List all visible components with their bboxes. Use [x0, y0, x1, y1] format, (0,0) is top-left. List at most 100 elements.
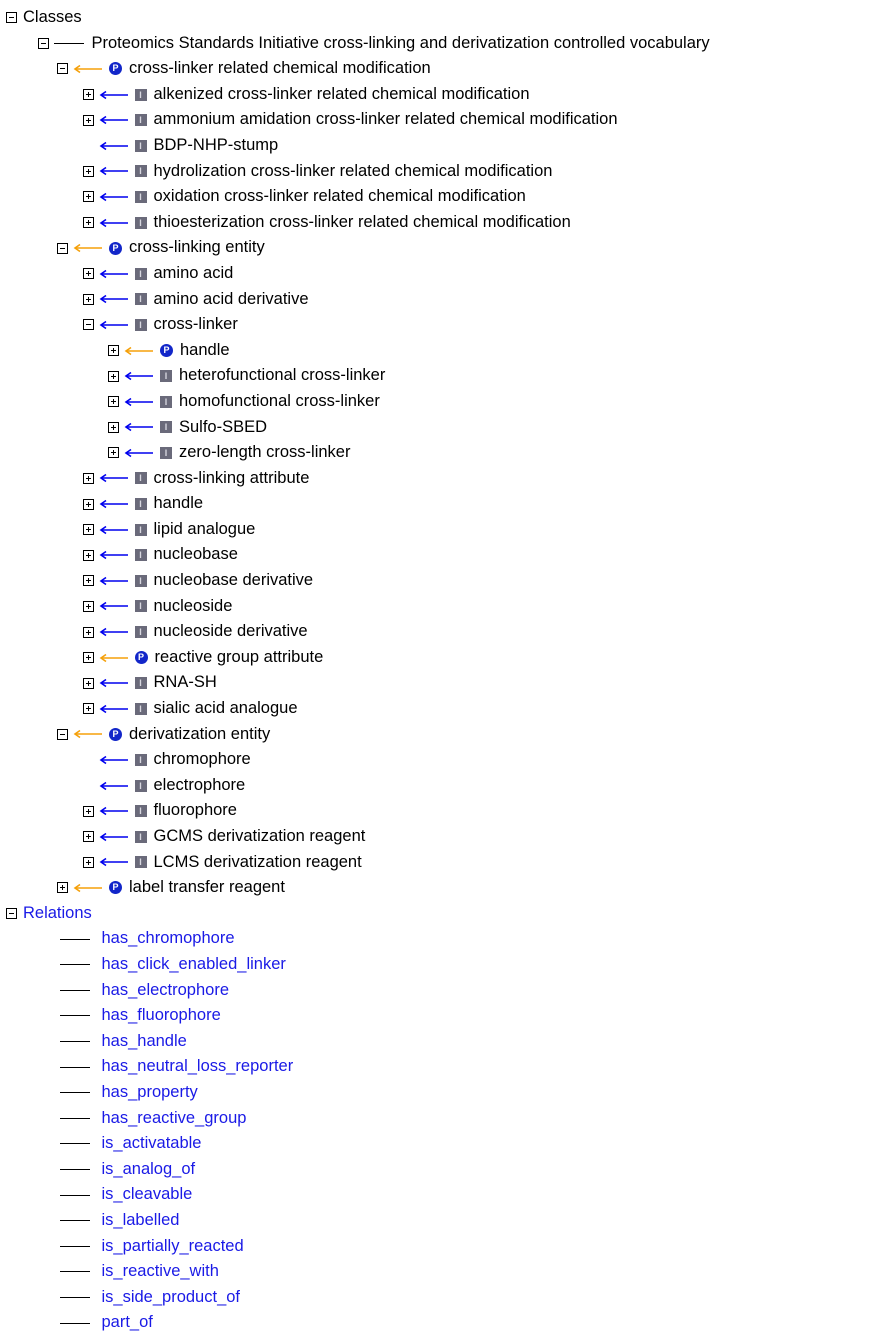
relation-item[interactable]: is_cleavable [0, 1182, 896, 1208]
tree-node[interactable]: I Sulfo-SBED [0, 415, 896, 441]
tree-node[interactable]: Iheterofunctional cross-linker [0, 363, 896, 389]
tree-node[interactable]: I GCMS derivatization reagent [0, 824, 896, 850]
expand-toggle-icon[interactable] [108, 345, 119, 357]
expand-toggle-icon[interactable] [82, 165, 94, 177]
tree-node[interactable]: Inucleobase [0, 542, 896, 568]
relation-item[interactable]: part_of [0, 1310, 896, 1336]
expand-toggle-icon[interactable] [108, 447, 119, 459]
expand-toggle-icon[interactable] [82, 498, 94, 510]
expand-toggle-icon[interactable] [82, 89, 94, 101]
expand-toggle-icon[interactable] [82, 472, 94, 484]
relation-link[interactable]: has_neutral_loss_reporter [102, 1054, 294, 1080]
collapse-toggle-icon[interactable] [6, 908, 17, 920]
expand-toggle-icon[interactable] [82, 856, 94, 868]
relation-link[interactable]: is_activatable [102, 1131, 202, 1157]
tree-node[interactable]: Izero-length cross-linker [0, 440, 896, 466]
relation-link[interactable]: has_handle [102, 1029, 187, 1055]
tree-node[interactable]: Pcross-linking entity [0, 235, 896, 261]
expand-toggle-icon[interactable] [108, 396, 119, 408]
relation-link[interactable]: is_cleavable [102, 1182, 193, 1208]
relation-link[interactable]: is_reactive_with [102, 1259, 219, 1285]
tree-node[interactable]: Iamino acid [0, 261, 896, 287]
expand-toggle-icon[interactable] [82, 549, 94, 561]
collapse-toggle-icon[interactable] [57, 242, 68, 254]
tree-node[interactable]: Icross-linking attribute [0, 466, 896, 492]
expand-toggle-icon[interactable] [82, 217, 94, 229]
collapse-toggle-icon[interactable] [82, 319, 94, 331]
relation-item[interactable]: has_property [0, 1080, 896, 1106]
relation-item[interactable]: is_labelled [0, 1208, 896, 1234]
tree-node[interactable]: Inucleoside [0, 594, 896, 620]
tree-node[interactable]: Phandle [0, 338, 896, 364]
relations-section-header[interactable]: Relations [0, 901, 896, 927]
tree-node[interactable]: Ioxidation cross-linker related chemical… [0, 184, 896, 210]
tree-node[interactable]: Ihomofunctional cross-linker [0, 389, 896, 415]
expand-toggle-icon[interactable] [82, 652, 94, 664]
expand-toggle-icon[interactable] [82, 703, 94, 715]
relation-link[interactable]: is_labelled [102, 1208, 180, 1234]
relation-link[interactable]: is_side_product_of [102, 1285, 241, 1311]
tree-node[interactable]: Ifluorophore [0, 798, 896, 824]
tree-node[interactable]: Plabel transfer reagent [0, 875, 896, 901]
relation-link[interactable]: has_chromophore [102, 926, 235, 952]
expand-toggle-icon[interactable] [82, 626, 94, 638]
tree-node[interactable]: Ichromophore [0, 747, 896, 773]
tree-node[interactable]: I RNA-SH [0, 670, 896, 696]
collapse-toggle-icon[interactable] [37, 37, 49, 49]
relation-link[interactable]: has_click_enabled_linker [102, 952, 286, 978]
tree-node[interactable]: Ihydrolization cross-linker related chem… [0, 159, 896, 185]
collapse-toggle-icon[interactable] [6, 12, 17, 24]
relation-item[interactable]: has_chromophore [0, 926, 896, 952]
relation-link[interactable]: is_partially_reacted [102, 1234, 244, 1260]
tree-node[interactable]: Ielectrophore [0, 773, 896, 799]
tree-node[interactable]: Pcross-linker related chemical modificat… [0, 56, 896, 82]
tree-node[interactable]: Pderivatization entity [0, 722, 896, 748]
relation-item[interactable]: is_analog_of [0, 1157, 896, 1183]
expand-toggle-icon[interactable] [82, 600, 94, 612]
expand-toggle-icon[interactable] [108, 370, 119, 382]
relation-item[interactable]: has_neutral_loss_reporter [0, 1054, 896, 1080]
relation-item[interactable]: has_fluorophore [0, 1003, 896, 1029]
tree-node[interactable]: Ilipid analogue [0, 517, 896, 543]
expand-toggle-icon[interactable] [82, 805, 94, 817]
relation-item[interactable]: is_reactive_with [0, 1259, 896, 1285]
tree-node[interactable]: I LCMS derivatization reagent [0, 850, 896, 876]
relation-link[interactable]: part_of [102, 1310, 153, 1336]
tree-node[interactable]: Iammonium amidation cross-linker related… [0, 107, 896, 133]
expand-toggle-icon[interactable] [82, 575, 94, 587]
tree-node[interactable]: Inucleoside derivative [0, 619, 896, 645]
expand-toggle-icon[interactable] [82, 191, 94, 203]
relation-item[interactable]: is_side_product_of [0, 1285, 896, 1311]
tree-node[interactable]: Isialic acid analogue [0, 696, 896, 722]
tree-node[interactable]: I BDP-NHP-stump [0, 133, 896, 159]
tree-node[interactable]: Ihandle [0, 491, 896, 517]
relation-link[interactable]: has_property [102, 1080, 198, 1106]
relation-link[interactable]: has_fluorophore [102, 1003, 221, 1029]
relation-item[interactable]: has_electrophore [0, 978, 896, 1004]
collapse-toggle-icon[interactable] [57, 728, 68, 740]
relation-item[interactable]: is_partially_reacted [0, 1234, 896, 1260]
expand-toggle-icon[interactable] [82, 524, 94, 536]
relation-item[interactable]: is_activatable [0, 1131, 896, 1157]
expand-toggle-icon[interactable] [82, 831, 94, 843]
relation-item[interactable]: has_reactive_group [0, 1106, 896, 1132]
tree-node[interactable]: Inucleobase derivative [0, 568, 896, 594]
relation-item[interactable]: has_handle [0, 1029, 896, 1055]
tree-node[interactable]: Ithioesterization cross-linker related c… [0, 210, 896, 236]
expand-toggle-icon[interactable] [82, 677, 94, 689]
expand-toggle-icon[interactable] [57, 882, 68, 894]
collapse-toggle-icon[interactable] [57, 63, 68, 75]
expand-toggle-icon[interactable] [108, 421, 119, 433]
tree-node[interactable]: Icross-linker [0, 312, 896, 338]
expand-toggle-icon[interactable] [82, 268, 94, 280]
expand-toggle-icon[interactable] [82, 293, 94, 305]
tree-node[interactable]: Preactive group attribute [0, 645, 896, 671]
relation-link[interactable]: is_analog_of [102, 1157, 196, 1183]
tree-node[interactable]: Ialkenized cross-linker related chemical… [0, 82, 896, 108]
relation-link[interactable]: has_electrophore [102, 978, 230, 1004]
vocabulary-root-node[interactable]: Proteomics Standards Initiative cross-li… [0, 31, 896, 57]
tree-node[interactable]: Iamino acid derivative [0, 287, 896, 313]
expand-toggle-icon[interactable] [82, 114, 94, 126]
classes-section-header[interactable]: Classes [0, 5, 896, 31]
relation-item[interactable]: has_click_enabled_linker [0, 952, 896, 978]
